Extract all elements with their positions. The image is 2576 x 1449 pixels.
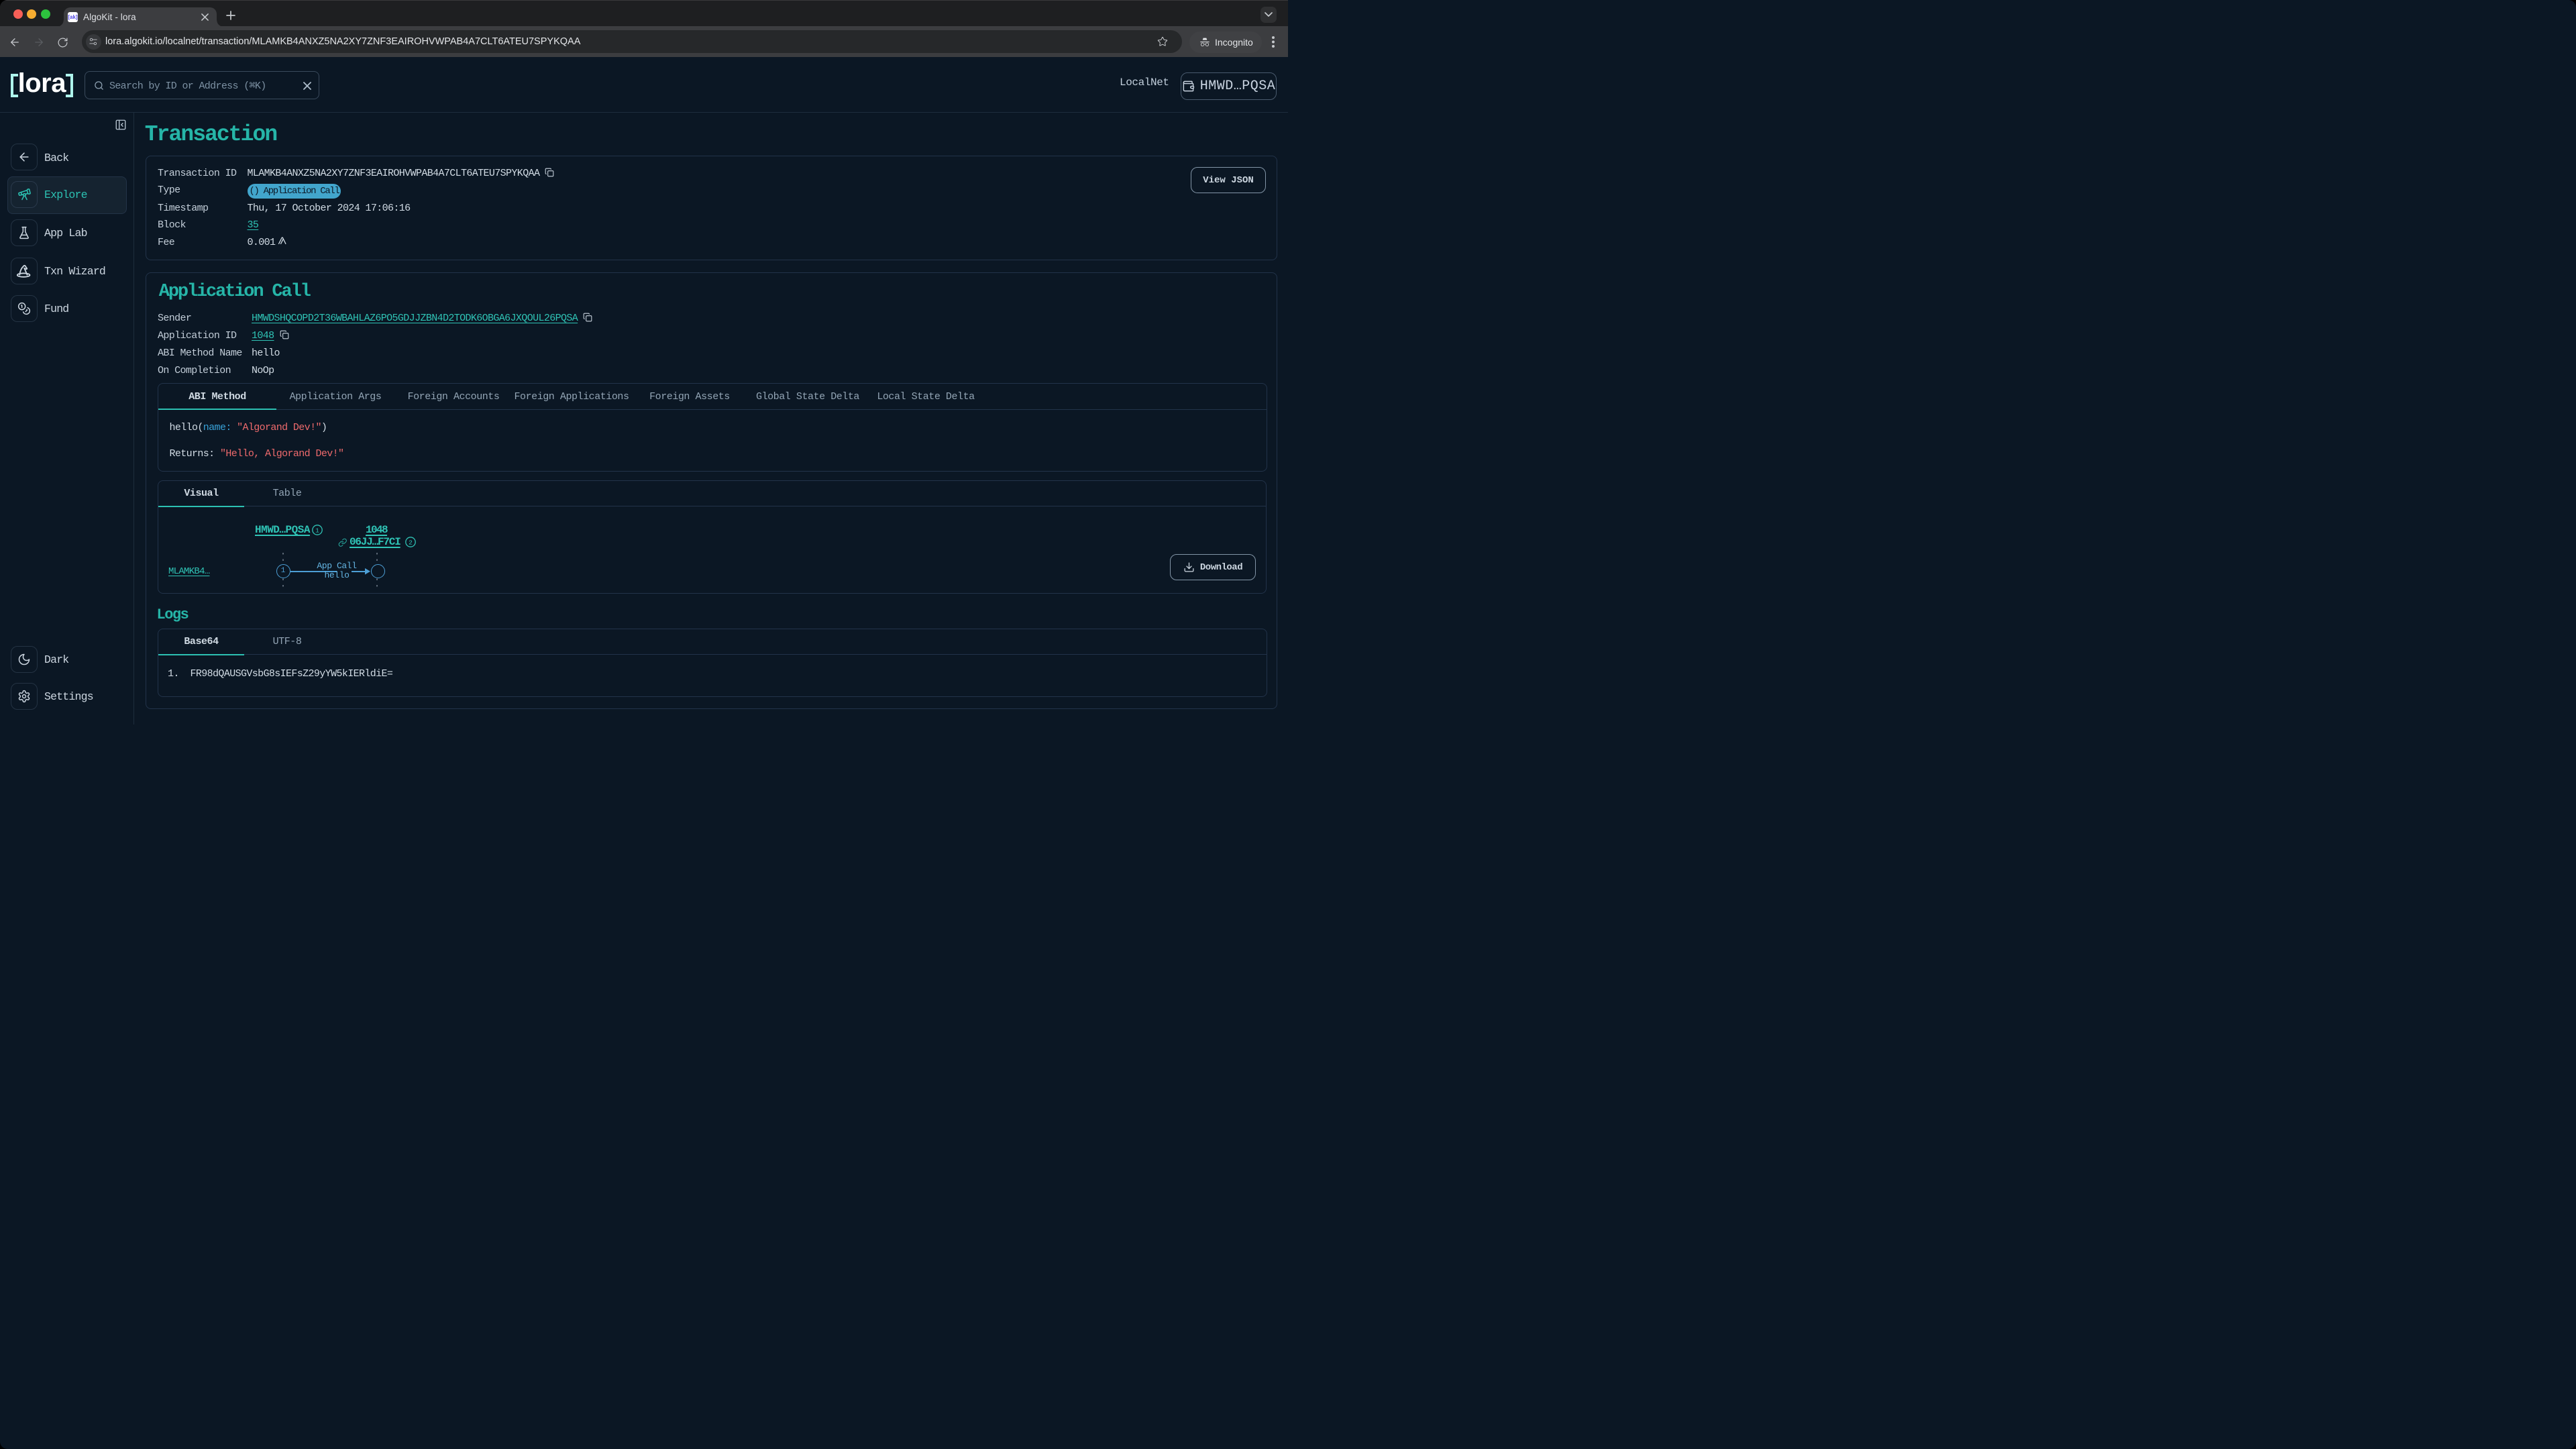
svg-text:2: 2 xyxy=(409,539,413,547)
svg-text:1: 1 xyxy=(315,527,319,534)
